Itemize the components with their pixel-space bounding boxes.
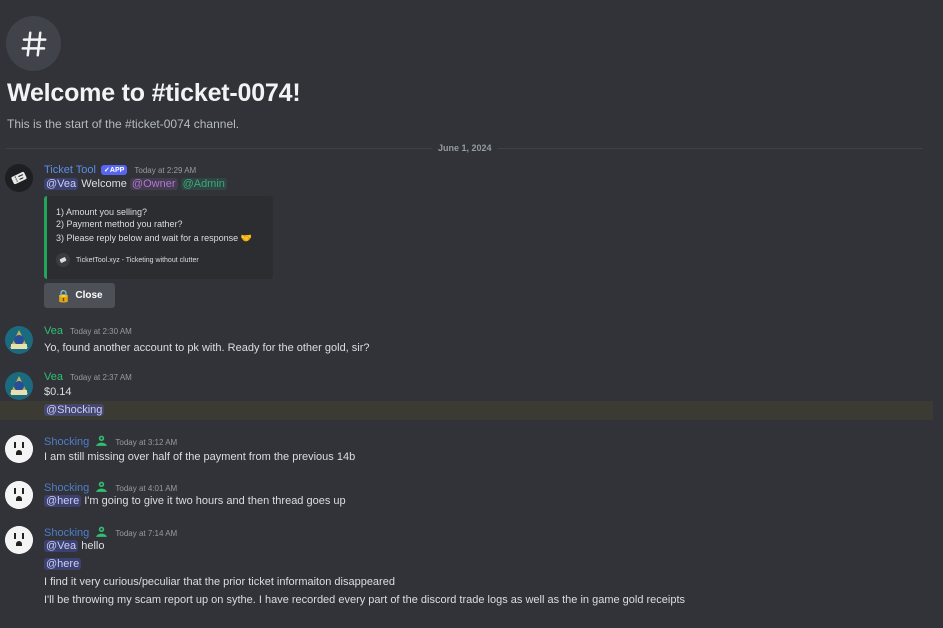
embed-footer: TicketTool.xyz - Ticketing without clutt… xyxy=(56,253,199,267)
timestamp: Today at 7:14 AM xyxy=(115,529,178,538)
vea-avatar-icon xyxy=(5,326,33,354)
ticket-tool-footer-icon xyxy=(56,253,70,267)
handshake-icon: 🤝 xyxy=(240,233,252,243)
shocking-avatar-icon xyxy=(5,526,33,554)
channel-header xyxy=(6,16,61,71)
timestamp: Today at 2:30 AM xyxy=(70,327,132,336)
message-text: hello xyxy=(81,540,105,552)
embed-line-2: 2) Payment method you rather? xyxy=(56,219,183,229)
shocking-avatar-icon xyxy=(5,435,33,463)
mention-here[interactable]: @here xyxy=(44,558,82,570)
shocking-avatar-icon xyxy=(5,481,33,509)
channel-hash-icon xyxy=(6,16,61,71)
timestamp: Today at 2:29 AM xyxy=(134,166,197,175)
welcome-subtitle: This is the start of the #ticket-0074 ch… xyxy=(7,117,240,131)
close-button-label: Close xyxy=(75,290,103,301)
username[interactable]: Vea xyxy=(44,325,63,337)
mention-vea[interactable]: @Vea xyxy=(44,178,79,190)
message-text: I am still missing over half of the paym… xyxy=(44,451,356,463)
app-badge: ✓APP xyxy=(101,165,128,175)
avatar[interactable] xyxy=(5,326,33,354)
close-ticket-button[interactable]: 🔒 Close xyxy=(44,283,115,308)
username[interactable]: Shocking xyxy=(44,436,89,448)
embed-footer-text: TicketTool.xyz - Ticketing without clutt… xyxy=(76,256,199,264)
timestamp: Today at 4:01 AM xyxy=(115,484,178,493)
role-icon xyxy=(95,480,108,496)
avatar[interactable] xyxy=(5,526,33,554)
embed-line-3: 3) Please reply below and wait for a res… xyxy=(56,233,252,243)
message-text: I find it very curious/peculiar that the… xyxy=(44,576,395,588)
ticket-icon xyxy=(5,164,33,192)
lock-icon: 🔒 xyxy=(56,288,72,303)
mention-here[interactable]: @here xyxy=(44,495,82,507)
username[interactable]: Shocking xyxy=(44,482,89,494)
welcome-title: Welcome to #ticket-0074! xyxy=(7,79,301,107)
mention-admin[interactable]: @Admin xyxy=(180,178,227,190)
vea-avatar-icon xyxy=(5,372,33,400)
role-icon xyxy=(95,434,108,450)
username[interactable]: Shocking xyxy=(44,527,89,539)
message-text: Welcome xyxy=(81,178,127,190)
mention-shocking[interactable]: @Shocking xyxy=(44,404,105,416)
message-text: $0.14 xyxy=(44,386,72,398)
avatar[interactable] xyxy=(5,164,33,192)
username[interactable]: Vea xyxy=(44,371,63,383)
timestamp: Today at 2:37 AM xyxy=(70,373,132,382)
embed-line-1: 1) Amount you selling? xyxy=(56,207,148,217)
message-text: Yo, found another account to pk with. Re… xyxy=(44,342,370,354)
timestamp: Today at 3:12 AM xyxy=(115,438,178,447)
avatar[interactable] xyxy=(5,435,33,463)
mention-highlight-row xyxy=(0,401,933,420)
username[interactable]: Ticket Tool xyxy=(44,164,96,176)
mention-owner[interactable]: @Owner xyxy=(129,178,178,190)
message-text: I'll be throwing my scam report up on sy… xyxy=(44,594,686,606)
ticket-embed: 1) Amount you selling? 2) Payment method… xyxy=(44,196,273,279)
role-icon xyxy=(95,525,108,541)
date-divider-label: June 1, 2024 xyxy=(432,143,498,153)
avatar[interactable] xyxy=(5,372,33,400)
mention-vea[interactable]: @Vea xyxy=(44,540,79,552)
message-text: I'm going to give it two hours and then … xyxy=(84,495,346,507)
avatar[interactable] xyxy=(5,481,33,509)
